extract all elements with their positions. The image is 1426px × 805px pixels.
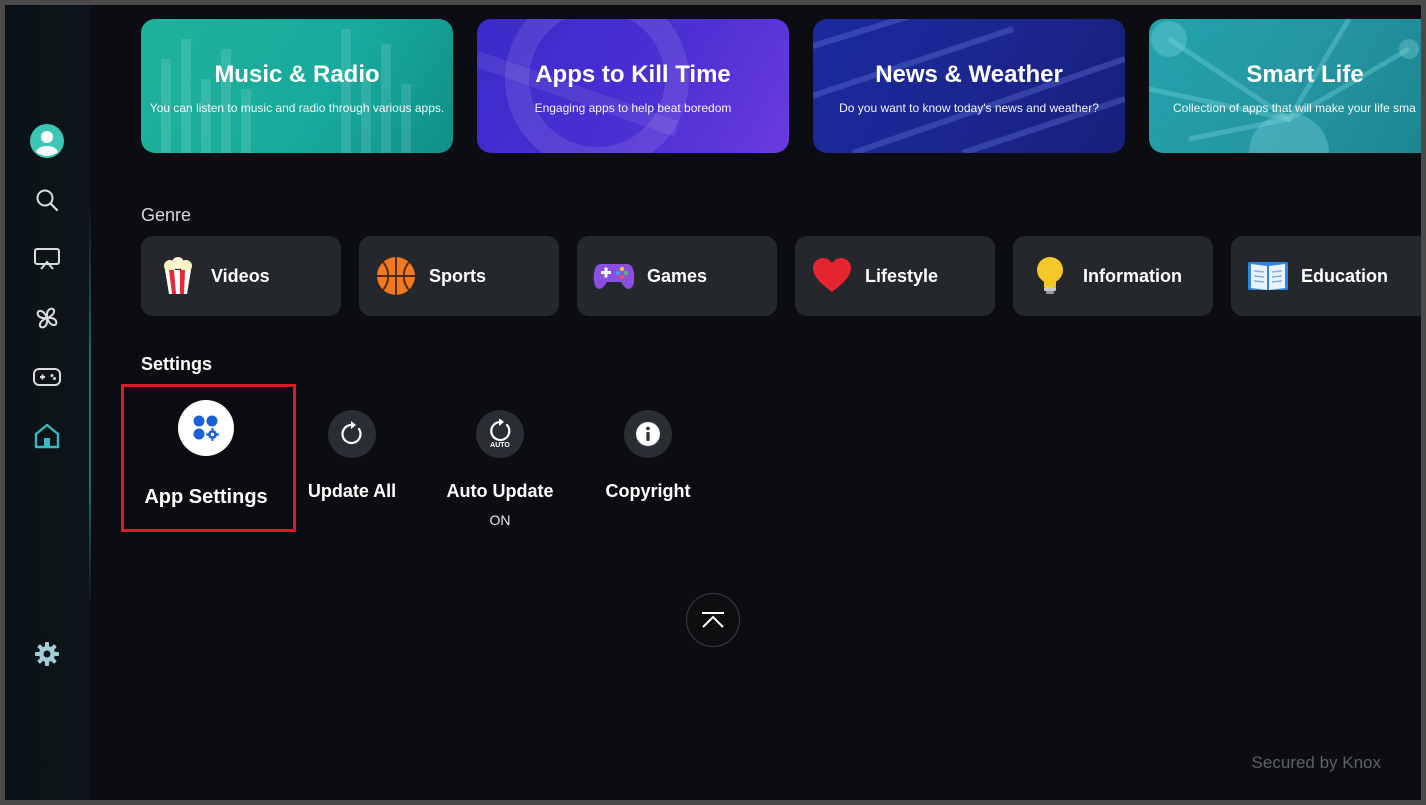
genre-lifestyle[interactable]: Lifestyle [795, 236, 995, 316]
scroll-to-top-button[interactable] [686, 593, 740, 647]
profile-icon[interactable] [29, 123, 65, 159]
genre-section-title: Genre [141, 205, 192, 225]
setting-label: App Settings [144, 486, 268, 508]
settings-section-title: Settings [141, 354, 213, 374]
genre-videos[interactable]: Videos [141, 236, 341, 316]
banner-smart-life[interactable]: Smart Life Collection of apps that will … [1149, 19, 1421, 153]
genre-label: Games [647, 265, 708, 286]
heart-icon [811, 255, 853, 297]
banner-title: Smart Life [1246, 61, 1364, 88]
app-settings-icon [178, 400, 234, 456]
genre-sports[interactable]: Sports [359, 236, 559, 316]
banner-subtitle: You can listen to music and radio throug… [149, 101, 445, 115]
lightbulb-icon [1029, 255, 1071, 297]
banner-subtitle: Engaging apps to help beat boredom [534, 101, 732, 115]
popcorn-icon [157, 255, 199, 297]
banner-music-radio[interactable]: Music & Radio You can listen to music an… [141, 19, 453, 153]
settings-gear-icon[interactable] [29, 636, 65, 672]
genre-label: Information [1083, 265, 1182, 286]
genre-label: Lifestyle [865, 265, 939, 286]
banner-apps-kill-time[interactable]: Apps to Kill Time Engaging apps to help … [477, 19, 789, 153]
game-icon[interactable] [29, 359, 65, 395]
banner-subtitle: Do you want to know today's news and wea… [839, 101, 1099, 115]
chevron-up-icon [702, 612, 724, 628]
banner-subtitle: Collection of apps that will make your l… [1173, 101, 1416, 115]
genre-label: Sports [429, 265, 487, 286]
auto-update-button[interactable]: AUTO Auto Update ON [440, 410, 560, 528]
copyright-button[interactable]: Copyright [593, 410, 703, 502]
setting-label: Update All [307, 481, 397, 501]
sidebar-divider [89, 205, 91, 605]
tv-screen: Music & Radio You can listen to music an… [0, 0, 1426, 805]
setting-label: Auto Update [446, 481, 554, 501]
basketball-icon [375, 255, 417, 297]
update-all-button[interactable]: Update All [297, 410, 407, 502]
banner-title: News & Weather [875, 61, 1063, 88]
home-icon[interactable] [29, 418, 65, 454]
search-icon[interactable] [29, 182, 65, 218]
banner-title: Music & Radio [214, 61, 380, 88]
book-icon [1247, 255, 1289, 297]
knox-footer: Secured by Knox [1251, 753, 1381, 772]
banner-title: Apps to Kill Time [535, 61, 731, 88]
ambient-icon[interactable] [29, 241, 65, 277]
info-icon [624, 410, 672, 458]
sidebar [5, 5, 91, 800]
genre-information[interactable]: Information [1013, 236, 1213, 316]
auto-icon-text: AUTO [490, 442, 510, 449]
setting-label: Copyright [605, 481, 691, 501]
gamepad-icon [593, 255, 635, 297]
apps-icon[interactable] [29, 300, 65, 336]
auto-update-status: ON [489, 512, 511, 528]
refresh-icon [328, 410, 376, 458]
genre-education[interactable]: Education [1231, 236, 1421, 316]
app-settings-button[interactable]: App Settings [136, 400, 276, 509]
auto-update-icon: AUTO [476, 410, 524, 458]
genre-games[interactable]: Games [577, 236, 777, 316]
banner-news-weather[interactable]: News & Weather Do you want to know today… [813, 19, 1125, 153]
genre-label: Videos [211, 265, 270, 286]
genre-label: Education [1301, 265, 1389, 286]
